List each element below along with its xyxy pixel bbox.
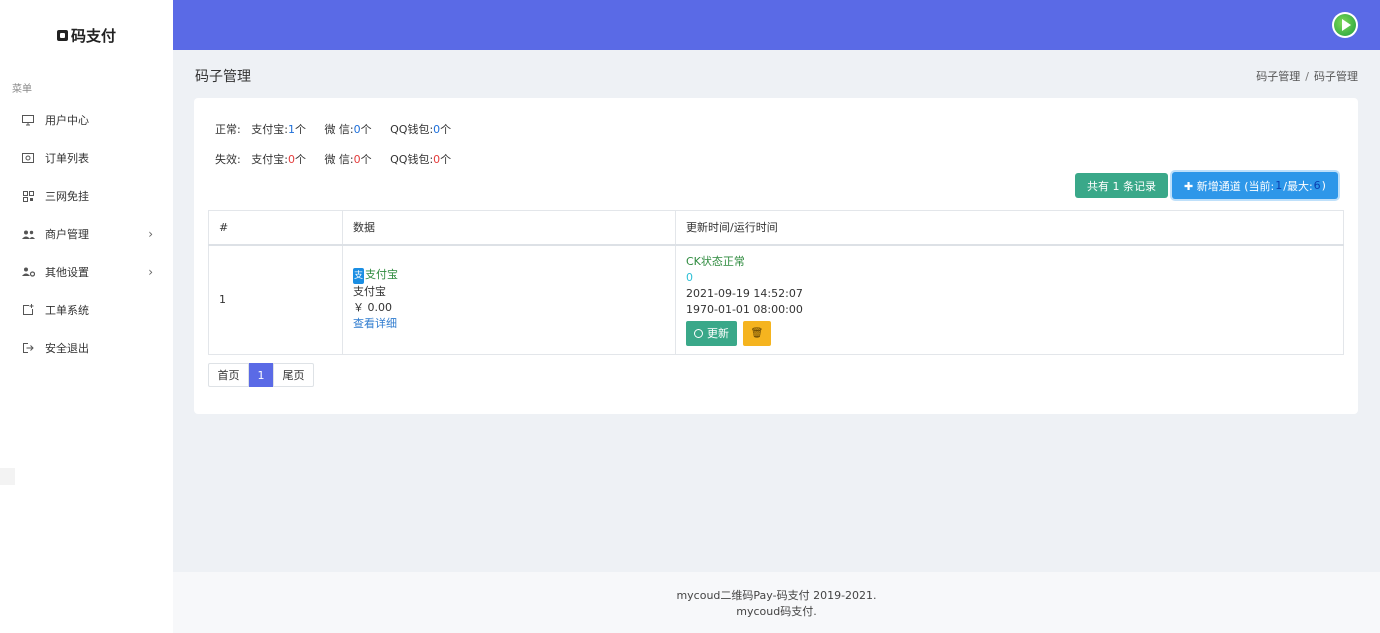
stat-wechat-normal: 微 信:0个 [324,123,372,136]
logout-icon [21,341,35,355]
channel-type: 支付宝 [353,285,386,299]
qrcode-icon [21,189,35,203]
pager-current[interactable]: 1 [249,363,273,387]
chevron-right-icon: › [148,227,153,241]
run-time: 1970-01-01 08:00:00 [686,302,803,316]
main-card: 正常: 支付宝:1个 微 信:0个 QQ钱包:0个 失效: 支付宝:0个 微 信… [194,98,1358,414]
stat-qq-normal: QQ钱包:0个 [390,123,452,136]
trash-icon: 🗑 [750,327,764,339]
stat-wechat-invalid: 微 信:0个 [324,153,372,166]
sidebar-item-logout[interactable]: 安全退出 [0,329,173,367]
sidebar: 码支付 菜单 用户中心 订单列表 三网免挂 商户管理 › 其他设置 › 工单系统… [0,0,173,633]
sidebar-item-tickets[interactable]: 工单系统 [0,291,173,329]
ck-status: CK状态正常 [686,254,745,268]
view-detail-link[interactable]: 查看详细 [353,316,665,332]
sidebar-item-label: 工单系统 [45,304,89,317]
menu-section-title: 菜单 [12,84,32,95]
breadcrumb-item-current: 码子管理 [1314,70,1358,83]
stat-alipay-normal: 支付宝:1个 [251,123,306,136]
breadcrumb: 码子管理 / 码子管理 [1256,68,1358,84]
breadcrumb-item[interactable]: 码子管理 [1256,70,1300,83]
sidebar-item-free-hang[interactable]: 三网免挂 [0,177,173,215]
sidebar-item-label: 用户中心 [45,114,89,127]
add-square-icon [21,303,35,317]
sidebar-item-label: 三网免挂 [45,190,89,203]
sidebar-item-other-settings[interactable]: 其他设置 › [0,253,173,291]
stats-invalid-row: 失效: 支付宝:0个 微 信:0个 QQ钱包:0个 [215,151,466,167]
sidebar-toggle-handle[interactable] [0,468,15,485]
stats-invalid-label: 失效: [215,153,241,166]
brand-name: 码支付 [70,26,116,45]
sidebar-item-label: 订单列表 [45,152,89,165]
row-data-cell: 支支付宝 支付宝 ￥ 0.00 查看详细 [342,244,676,355]
page-title: 码子管理 [195,69,251,85]
brand-square-icon [56,29,68,41]
pager-first[interactable]: 首页 [208,363,249,387]
pagination: 首页 1 尾页 [208,363,314,387]
sidebar-item-user-center[interactable]: 用户中心 [0,101,173,139]
pager-last[interactable]: 尾页 [273,363,314,387]
chevron-right-icon: › [148,265,153,279]
stat-qq-invalid: QQ钱包:0个 [390,153,452,166]
row-time-cell: CK状态正常 0 2021-09-19 14:52:07 1970-01-01 … [675,244,1344,355]
stats-normal-label: 正常: [215,123,241,136]
play-icon [1334,14,1356,36]
user-gear-icon [21,265,35,279]
footer: mycoud二维码Pay-码支付 2019-2021. mycoud码支付. [173,572,1380,633]
refresh-icon [694,328,703,338]
status-count: 0 [686,270,693,284]
dollar-icon [21,151,35,165]
updated-time: 2021-09-19 14:52:07 [686,286,803,300]
update-button[interactable]: 更新 [686,320,737,346]
breadcrumb-separator: / [1305,70,1309,83]
channel-name: 支支付宝 [353,267,665,285]
monitor-icon [21,113,35,127]
top-bar [173,0,1380,50]
users-icon [21,227,35,241]
avatar[interactable] [1332,12,1358,38]
footer-brand: mycoud码支付. [736,605,817,618]
delete-button[interactable]: 🗑 [743,320,771,346]
stat-alipay-invalid: 支付宝:0个 [251,153,306,166]
row-number: 1 [208,244,343,355]
channel-table: # 数据 更新时间/运行时间 1 支支付宝 支付宝 ￥ 0.00 查看详细 CK… [208,210,1344,355]
sidebar-item-merchant[interactable]: 商户管理 › [0,215,173,253]
column-header-data: 数据 [342,210,676,246]
sidebar-item-label: 商户管理 [45,228,89,241]
record-count-button[interactable]: 共有 1 条记录 [1075,173,1168,198]
add-channel-button[interactable]: ✚ 新增通道 (当前: 1/最大: 6) [1172,172,1338,199]
brand-logo[interactable]: 码支付 [0,0,173,70]
table-row: 1 支支付宝 支付宝 ￥ 0.00 查看详细 CK状态正常 0 2021-09-… [208,244,1344,355]
channel-amount: ￥ 0.00 [353,301,392,315]
column-header-time: 更新时间/运行时间 [675,210,1344,246]
stats-normal-row: 正常: 支付宝:1个 微 信:0个 QQ钱包:0个 [215,121,466,137]
sidebar-item-label: 安全退出 [45,342,89,355]
sidebar-item-order-list[interactable]: 订单列表 [0,139,173,177]
footer-copyright: mycoud二维码Pay-码支付 2019-2021. [676,589,877,602]
sidebar-item-label: 其他设置 [45,266,89,279]
column-header-number: # [208,210,343,246]
alipay-icon: 支 [353,268,365,285]
